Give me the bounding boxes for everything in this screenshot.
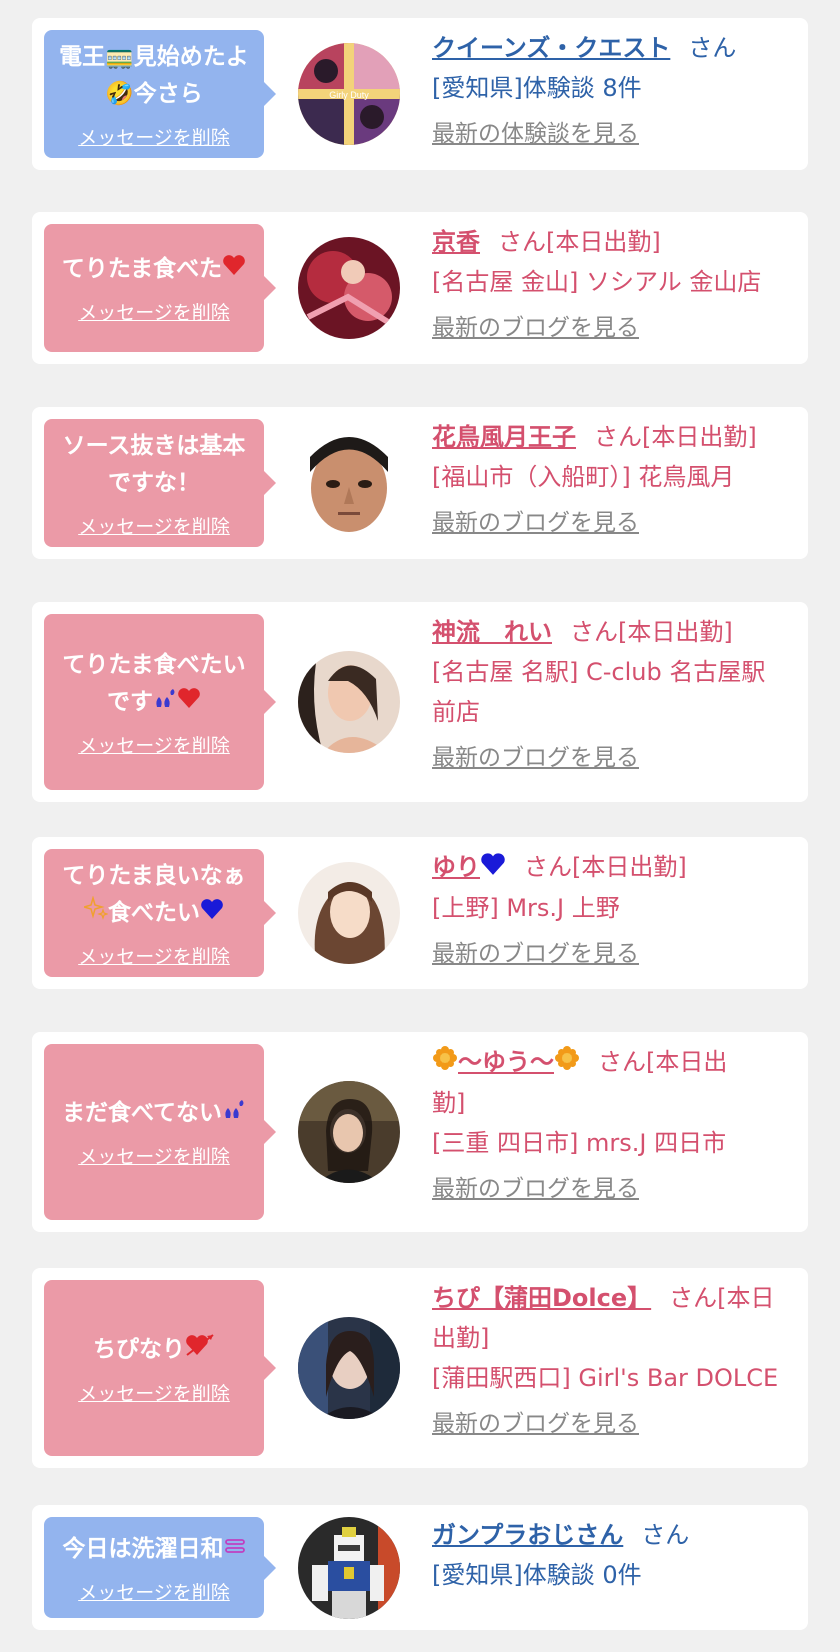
profile-info: ゆり さん[本日出勤] [上野] Mrs.J 上野 最新のブログを見る: [432, 847, 794, 970]
message-text: てりたま良いなぁ 食べたい: [54, 858, 253, 932]
profile-meta: [名古屋 名駅] C-club 名古屋駅 前店: [432, 658, 766, 726]
delete-message-link[interactable]: メッセージを削除: [78, 942, 230, 969]
honorific-status: さん[本日: [669, 1284, 775, 1312]
red-heart-icon: [222, 251, 246, 288]
profile-info: 花鳥風月王子 さん[本日出勤] [福山市（入船町）] 花鳥風月 最新のブログを見る: [432, 417, 794, 539]
message-card: てりたま食べたい です メッセージを削除 神流 れい さん[本日出勤] [名古屋 名…: [32, 602, 808, 802]
profile-meta: [上野] Mrs.J 上野: [432, 894, 620, 922]
sweat-drops-icon: [153, 684, 177, 721]
message-bubble: ソース抜きは基本 ですな！ メッセージを削除: [44, 419, 276, 547]
latest-blog-link[interactable]: 最新のブログを見る: [432, 1408, 639, 1440]
latest-blog-link[interactable]: 最新のブログを見る: [432, 938, 639, 970]
profile-name-link[interactable]: ゆり: [432, 853, 506, 881]
profile-info: クイーンズ・クエスト さん [愛知県]体験談 8件 最新の体験談を見る: [432, 28, 794, 150]
honorific-status-cont: 勤]: [432, 1089, 466, 1117]
message-card: 今日は洗濯日和 メッセージを削除 ガンプラおじさん さん [愛知県]体験談 0件: [32, 1505, 808, 1630]
delete-message-link[interactable]: メッセージを削除: [78, 123, 230, 150]
profile-meta: [三重 四日市] mrs.J 四日市: [432, 1129, 727, 1157]
avatar[interactable]: [298, 1081, 400, 1183]
profile-name-link[interactable]: 神流 れい: [432, 618, 552, 646]
delete-message-link[interactable]: メッセージを削除: [78, 512, 230, 539]
latest-blog-link[interactable]: 最新のブログを見る: [432, 312, 639, 344]
message-card: 電王🚃見始めたよ 🤣今さら メッセージを削除 Girly Duty クイーンズ・ク…: [32, 18, 808, 170]
message-text: 電王🚃見始めたよ 🤣今さら: [59, 43, 249, 107]
message-card: てりたま良いなぁ 食べたい メッセージを削除 ゆり さん[本日出勤] [上野] Mr…: [32, 837, 808, 989]
avatar[interactable]: [298, 651, 400, 753]
message-card: ちぴなり メッセージを削除 ちぴ【蒲田Dolce】 さん[本日 出勤] [蒲田駅西…: [32, 1268, 808, 1468]
message-bubble: てりたま良いなぁ 食べたい メッセージを削除: [44, 849, 276, 977]
delete-message-link[interactable]: メッセージを削除: [78, 1578, 230, 1605]
avatar[interactable]: [298, 1317, 400, 1419]
profile-name-link[interactable]: 花鳥風月王子: [432, 423, 576, 451]
honorific-status: さん[本日出勤]: [594, 423, 757, 451]
profile-meta: [蒲田駅西口] Girl's Bar DOLCE: [432, 1364, 779, 1392]
message-card: てりたま食べた メッセージを削除 京香 さん[本日出勤] [名古屋 金山] ソシア…: [32, 212, 808, 364]
message-text: まだ食べてない: [54, 1095, 254, 1132]
profile-info: ガンプラおじさん さん [愛知県]体験談 0件: [432, 1515, 794, 1595]
message-bubble: ちぴなり メッセージを削除: [44, 1280, 276, 1456]
message-card: ソース抜きは基本 ですな！ メッセージを削除 花鳥風月王子 さん[本日出勤] [福山…: [32, 407, 808, 559]
profile-name-link[interactable]: クイーンズ・クエスト: [432, 34, 670, 62]
profile-info: ちぴ【蒲田Dolce】 さん[本日 出勤] [蒲田駅西口] Girl's Bar …: [432, 1278, 794, 1440]
profile-name-link[interactable]: ちぴ【蒲田Dolce】: [432, 1284, 651, 1312]
profile-name-link[interactable]: 〜ゆう〜: [432, 1046, 580, 1076]
svg-text:Girly Duty: Girly Duty: [329, 90, 369, 100]
latest-review-link[interactable]: 最新の体験談を見る: [432, 118, 639, 150]
sweat-drops-icon: [222, 1095, 246, 1132]
sparkles-icon: [81, 894, 109, 932]
latest-blog-link[interactable]: 最新のブログを見る: [432, 742, 639, 774]
profile-info: 〜ゆう〜 さん[本日出 勤] [三重 四日市] mrs.J 四日市 最新のブログを…: [432, 1042, 794, 1205]
message-text: ソース抜きは基本 ですな！: [62, 432, 246, 496]
latest-blog-link[interactable]: 最新のブログを見る: [432, 507, 639, 539]
delete-message-link[interactable]: メッセージを削除: [78, 298, 230, 325]
message-list: 電王🚃見始めたよ 🤣今さら メッセージを削除 Girly Duty クイーンズ・ク…: [0, 0, 840, 1652]
blue-heart-icon: [200, 895, 224, 932]
avatar[interactable]: Girly Duty: [298, 43, 400, 145]
delete-message-link[interactable]: メッセージを削除: [78, 731, 230, 758]
blue-heart-icon: [480, 848, 506, 888]
message-bubble: てりたま食べたい です メッセージを削除: [44, 614, 276, 790]
profile-meta: [福山市（入船町）] 花鳥風月: [432, 463, 735, 491]
message-bubble: てりたま食べた メッセージを削除: [44, 224, 276, 352]
message-text: てりたま食べたい です: [54, 647, 253, 721]
message-bubble: まだ食べてない メッセージを削除: [44, 1044, 276, 1220]
message-text: てりたま食べた: [54, 251, 254, 288]
profile-info: 神流 れい さん[本日出勤] [名古屋 名駅] C-club 名古屋駅 前店 最新の…: [432, 612, 794, 774]
profile-name-link[interactable]: 京香: [432, 228, 480, 256]
profile-meta: [愛知県]体験談 8件: [432, 74, 642, 102]
message-bubble: 今日は洗濯日和 メッセージを削除: [44, 1517, 276, 1618]
orange-flower-icon: [432, 1043, 458, 1083]
delete-message-link[interactable]: メッセージを削除: [78, 1379, 230, 1406]
avatar[interactable]: [298, 237, 400, 339]
avatar[interactable]: [298, 1517, 400, 1619]
honorific-status-cont: 出勤]: [432, 1324, 490, 1352]
latest-blog-link[interactable]: 最新のブログを見る: [432, 1173, 639, 1205]
honorific: さん: [641, 1521, 690, 1549]
grimacing-face-icon: [224, 1531, 246, 1568]
honorific-status: さん[本日出勤]: [524, 853, 687, 881]
honorific: さん: [688, 34, 737, 62]
profile-meta: [愛知県]体験談 0件: [432, 1561, 642, 1589]
message-bubble: 電王🚃見始めたよ 🤣今さら メッセージを削除: [44, 30, 276, 158]
honorific-status: さん[本日出: [598, 1048, 728, 1076]
profile-info: 京香 さん[本日出勤] [名古屋 金山] ソシアル 金山店 最新のブログを見る: [432, 222, 794, 344]
avatar[interactable]: [298, 432, 400, 534]
delete-message-link[interactable]: メッセージを削除: [78, 1142, 230, 1169]
red-heart-icon: [177, 684, 201, 721]
heart-with-arrow-icon: [185, 1331, 215, 1369]
honorific-status: さん[本日出勤]: [570, 618, 733, 646]
orange-flower-icon: [554, 1043, 580, 1083]
honorific-status: さん[本日出勤]: [498, 228, 661, 256]
message-card: まだ食べてない メッセージを削除 〜ゆう〜 さん[本日出 勤] [三重 四日市] …: [32, 1032, 808, 1232]
avatar[interactable]: [298, 862, 400, 964]
message-text: 今日は洗濯日和: [55, 1531, 254, 1568]
profile-meta: [名古屋 金山] ソシアル 金山店: [432, 268, 762, 296]
message-text: ちぴなり: [85, 1331, 223, 1369]
profile-name-link[interactable]: ガンプラおじさん: [432, 1521, 623, 1549]
